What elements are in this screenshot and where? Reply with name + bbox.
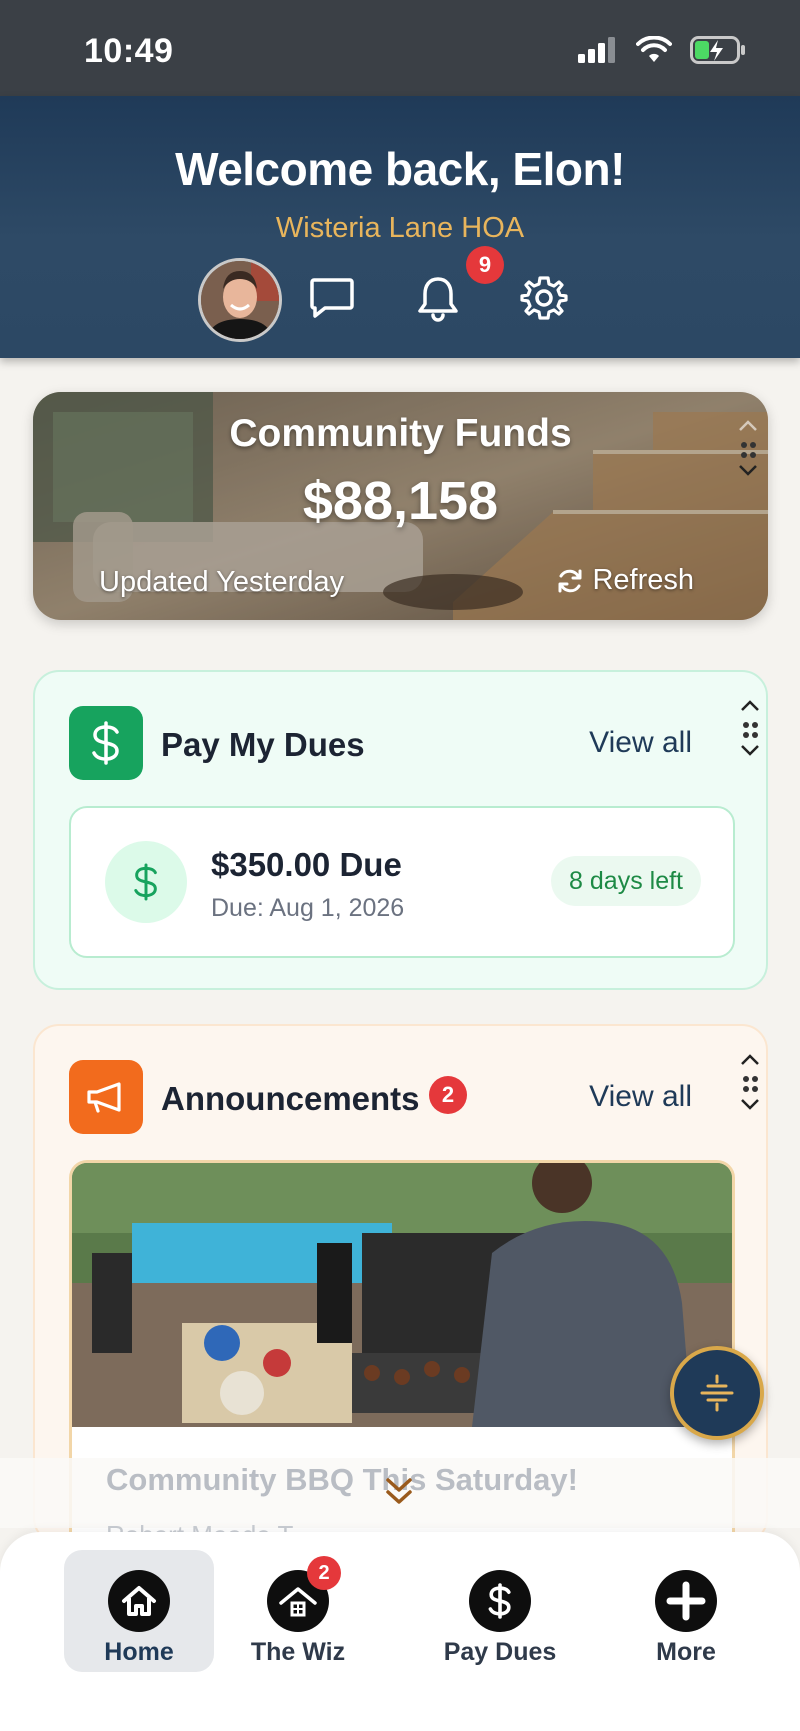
- announcements-section-icon: [69, 1060, 143, 1134]
- signal-icon: [578, 37, 615, 63]
- messages-icon[interactable]: [306, 272, 358, 324]
- nav-pay-dues[interactable]: Pay Dues: [425, 1550, 575, 1672]
- scroll-down-chevron-icon[interactable]: [382, 1474, 416, 1508]
- announcements-view-all-link[interactable]: View all: [589, 1080, 692, 1114]
- dues-view-all-link[interactable]: View all: [589, 726, 692, 760]
- megaphone-icon: [87, 1082, 121, 1113]
- notification-badge: 9: [466, 246, 504, 284]
- nav-the-wiz-label: The Wiz: [250, 1638, 346, 1666]
- nav-home[interactable]: Home: [64, 1550, 214, 1672]
- announcement-title: Community BBQ This Saturday!: [106, 1462, 578, 1497]
- nav-more[interactable]: More: [611, 1550, 761, 1672]
- funds-title: Community Funds: [229, 412, 572, 455]
- dues-title: Pay My Dues: [161, 726, 365, 763]
- status-bar: 10:49: [0, 0, 800, 96]
- dues-item-icon: [105, 841, 187, 923]
- announcement-photo: [72, 1163, 732, 1427]
- bottom-navigation: Home 2 The Wiz Pay Dues More: [0, 1532, 800, 1731]
- refresh-icon: [558, 569, 582, 592]
- announcements-count-badge: 2: [429, 1076, 467, 1114]
- status-time: 10:49: [84, 32, 174, 70]
- assistant-fab-button[interactable]: [670, 1346, 764, 1440]
- reorder-handle-icon[interactable]: [737, 1052, 763, 1122]
- community-funds-card[interactable]: Community Funds $88,158 Updated Yesterda…: [33, 392, 768, 620]
- nav-more-label: More: [656, 1638, 716, 1666]
- welcome-title: Welcome back, Elon!: [175, 143, 625, 195]
- hoa-name: Wisteria Lane HOA: [275, 212, 525, 244]
- header-actions: 9: [198, 246, 618, 344]
- home-icon: [108, 1570, 170, 1632]
- nav-the-wiz-badge: 2: [307, 1556, 341, 1590]
- nav-home-label: Home: [104, 1638, 174, 1666]
- dollar-icon: [92, 721, 119, 765]
- nav-pay-dues-label: Pay Dues: [443, 1638, 557, 1666]
- battery-icon: [690, 36, 745, 64]
- avatar[interactable]: [198, 258, 282, 342]
- dues-date: Due: Aug 1, 2026: [211, 894, 405, 922]
- status-icons: [578, 36, 746, 64]
- reorder-handle-icon[interactable]: [735, 418, 761, 488]
- funds-amount: $88,158: [302, 471, 499, 531]
- nav-the-wiz[interactable]: 2 The Wiz: [223, 1550, 373, 1672]
- announcements-title: Announcements: [161, 1080, 420, 1117]
- dollar-icon: [134, 863, 157, 901]
- dues-item[interactable]: $350.00 Due Due: Aug 1, 2026 8 days left: [69, 806, 735, 958]
- gear-icon[interactable]: [518, 272, 570, 324]
- pay-dues-card: Pay My Dues View all $350.00 Due Due: Au…: [33, 670, 768, 990]
- assistant-icon: [700, 1374, 734, 1412]
- bell-icon[interactable]: [412, 272, 464, 324]
- dues-amount: $350.00 Due: [211, 846, 402, 883]
- refresh-button[interactable]: Refresh: [556, 564, 694, 597]
- plus-icon: [655, 1570, 717, 1632]
- welcome-header: Welcome back, Elon! Wisteria Lane HOA 9: [0, 96, 800, 358]
- avatar-photo: [201, 261, 279, 339]
- refresh-label: Refresh: [592, 564, 694, 596]
- funds-updated-text: Updated Yesterday: [99, 566, 345, 598]
- reorder-handle-icon[interactable]: [737, 698, 763, 768]
- dollar-icon: [469, 1570, 531, 1632]
- dues-section-icon: [69, 706, 143, 780]
- wifi-icon: [636, 36, 672, 62]
- days-left-badge: 8 days left: [551, 856, 701, 906]
